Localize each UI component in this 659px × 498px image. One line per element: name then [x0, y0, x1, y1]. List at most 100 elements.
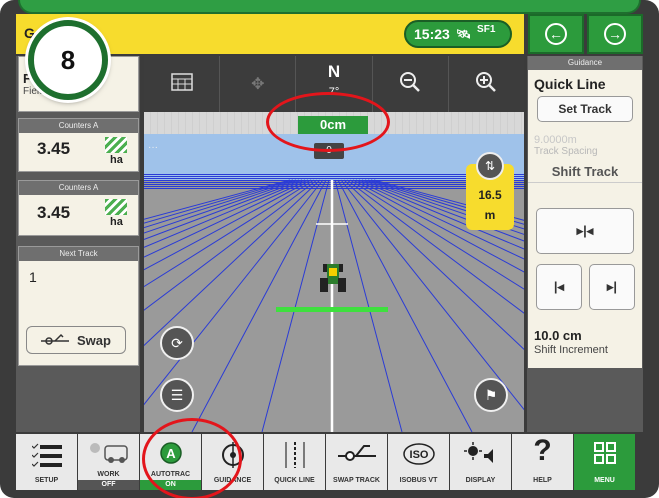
rotate-view-button[interactable]: ⟳	[160, 326, 194, 360]
rotate-icon: ⟳	[171, 334, 183, 351]
counter-header: Counters A	[19, 119, 138, 133]
shift-center-button[interactable]: ▸|◂	[536, 208, 634, 254]
signal-level: SF1	[477, 23, 496, 35]
tractor-icon	[318, 262, 348, 301]
step-badge: 8	[28, 20, 108, 100]
steering-wheel-icon	[202, 442, 263, 468]
list-icon: ☰	[170, 386, 184, 403]
work-toggle-icon	[78, 442, 139, 464]
next-track-header: Next Track	[19, 247, 138, 261]
flag-icon: ⚑	[484, 386, 498, 403]
guidance-button[interactable]: GUIDANCE	[202, 434, 263, 490]
shift-increment-value: 10.0 cm	[534, 328, 582, 343]
autotrac-label: AUTOTRAC	[150, 471, 191, 478]
flag-button[interactable]: ⚑	[474, 378, 508, 412]
display-button[interactable]: DISPLAY	[450, 434, 511, 490]
display-frame: G 15:23 🛰 SF1 ← → 8 F Field Counters A 3…	[0, 0, 659, 498]
left-panel: F Field Counters A 3.45 ha Counters A 3.…	[16, 56, 140, 432]
page-nav: ← →	[528, 14, 643, 54]
svg-text:ISO: ISO	[409, 449, 428, 461]
isobus-vt-label: ISOBUS VT	[399, 477, 438, 484]
next-track-value: 1	[29, 269, 37, 285]
zoom-in-icon	[475, 71, 497, 98]
zoom-in-button[interactable]	[449, 56, 524, 112]
track-spacing-label: Track Spacing	[534, 146, 598, 157]
pan-arrows-icon: ✥	[251, 76, 265, 93]
swap-track-button[interactable]: SWAP TRACK	[326, 434, 387, 490]
menu-label: MENU	[594, 477, 615, 484]
clock-time: 15:23	[414, 26, 450, 42]
heading-degrees: 7°	[328, 86, 340, 98]
autotrac-state: ON	[140, 480, 201, 490]
forward-button[interactable]: →	[587, 14, 643, 54]
bottom-shortcut-bar: SETUP WORK OFF A AUTOTRAC ON GUIDANCE QU…	[16, 434, 643, 490]
work-state: OFF	[78, 480, 139, 490]
counter-unit: ha	[110, 216, 123, 228]
counter-header: Counters A	[19, 181, 138, 195]
track-number: 0	[314, 143, 344, 159]
guidance-panel: Guidance Quick Line Set Track 9.0000m Tr…	[527, 56, 643, 432]
map-grid-icon	[170, 72, 193, 96]
compass-direction: N	[327, 62, 341, 81]
guidance-header: Guidance	[528, 56, 642, 70]
setup-button[interactable]: SETUP	[16, 434, 77, 490]
autotrac-icon: A	[140, 442, 201, 464]
offset-readout: 0cm	[298, 116, 368, 134]
setup-label: SETUP	[34, 477, 59, 484]
work-button[interactable]: WORK OFF	[78, 434, 139, 490]
status-pill[interactable]: 15:23 🛰 SF1	[404, 20, 512, 48]
area-icon	[105, 199, 127, 215]
swap-track-icon	[326, 442, 387, 464]
center-arrows-icon: ▸|◂	[576, 223, 594, 238]
shift-left-icon: |◂	[553, 279, 565, 294]
grid-menu-icon	[574, 442, 635, 464]
shift-left-button[interactable]: |◂	[536, 264, 582, 310]
quick-line-icon	[264, 442, 325, 468]
help-label: HELP	[533, 477, 552, 484]
swap-label: Swap	[77, 332, 111, 348]
arrow-left-icon: ←	[545, 23, 567, 45]
guidance-map[interactable]: ✥ N 7° 0cm ··· 0 ⇅ 16.5 m ⟳ ☰ ⚑	[144, 56, 524, 432]
checklist-icon	[16, 442, 77, 470]
list-button[interactable]: ☰	[160, 378, 194, 412]
satellite-icon: 🛰	[455, 27, 472, 41]
isobus-vt-button[interactable]: ISO ISOBUS VT	[388, 434, 449, 490]
shift-right-icon: ▸|	[606, 279, 618, 294]
help-button[interactable]: ? HELP	[512, 434, 573, 490]
counter-card-1[interactable]: Counters A 3.45 ha	[18, 118, 139, 172]
iso-logo-icon: ISO	[388, 442, 449, 466]
pan-button[interactable]: ✥	[220, 56, 297, 112]
guidance-label: GUIDANCE	[213, 477, 252, 484]
zoom-out-icon	[399, 71, 421, 98]
compass-button[interactable]: N 7°	[296, 56, 373, 112]
counter-value: 3.45	[37, 139, 71, 158]
track-spacing-value: 9.0000m	[534, 134, 577, 146]
guidance-mode: Quick Line	[534, 76, 606, 92]
counter-unit: ha	[110, 154, 123, 166]
shift-track-heading: Shift Track	[528, 161, 642, 183]
swap-track-icon	[41, 333, 70, 348]
quick-line-button[interactable]: QUICK LINE	[264, 434, 325, 490]
counter-card-2[interactable]: Counters A 3.45 ha	[18, 180, 139, 236]
zoom-out-button[interactable]	[373, 56, 449, 112]
question-mark-icon: ?	[533, 434, 552, 467]
display-label: DISPLAY	[465, 477, 496, 484]
distance-unit: m	[484, 208, 496, 222]
set-track-button[interactable]: Set Track	[537, 96, 633, 122]
autotrac-button[interactable]: A AUTOTRAC ON	[140, 434, 201, 490]
work-label: WORK	[97, 471, 120, 478]
more-menu[interactable]: ···	[148, 142, 158, 153]
swap-button[interactable]: Swap	[26, 326, 126, 354]
menu-button[interactable]: MENU	[574, 434, 635, 490]
swap-track-label: SWAP TRACK	[333, 477, 380, 484]
brightness-volume-icon	[450, 442, 511, 466]
map-view-button[interactable]	[144, 56, 221, 112]
counter-value: 3.45	[37, 203, 71, 222]
shift-right-button[interactable]: ▸|	[589, 264, 635, 310]
distance-readout[interactable]: ⇅ 16.5 m	[466, 152, 514, 230]
implement-bar	[276, 307, 388, 312]
quick-line-label: QUICK LINE	[274, 477, 315, 484]
top-edge	[18, 0, 641, 14]
back-button[interactable]: ←	[528, 14, 584, 54]
arrow-right-icon: →	[604, 23, 626, 45]
